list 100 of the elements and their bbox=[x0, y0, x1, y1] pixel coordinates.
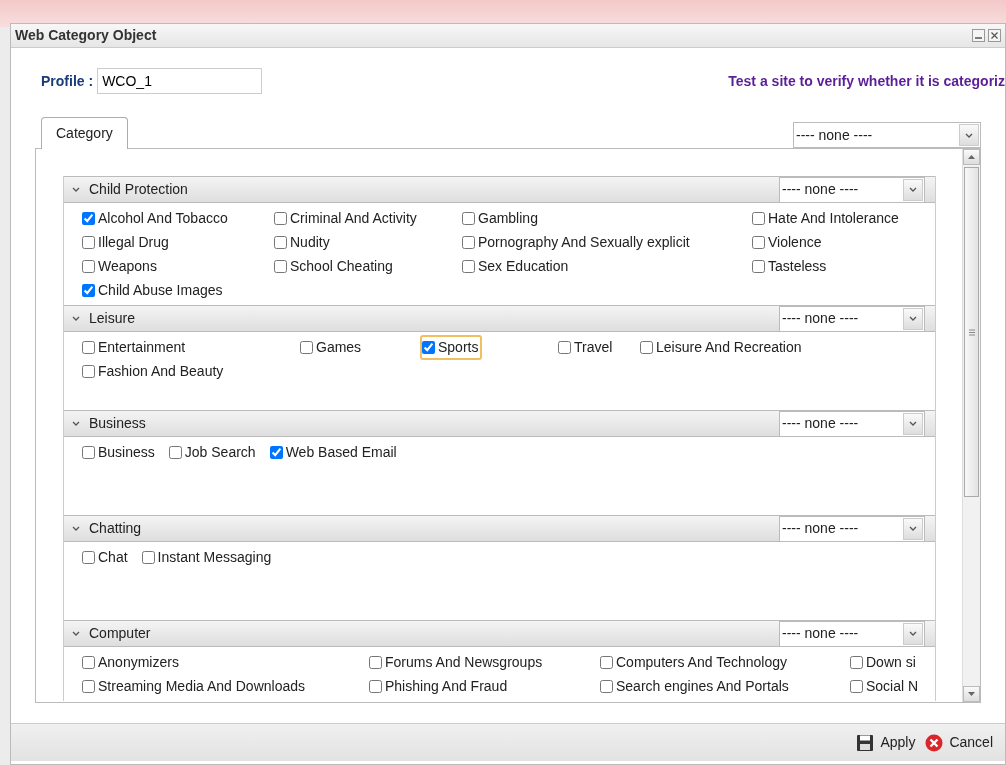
checkbox-label[interactable]: Games bbox=[316, 336, 362, 358]
window-title: Web Category Object bbox=[15, 26, 157, 45]
checkbox-label[interactable]: Sex Education bbox=[478, 255, 569, 277]
checkbox-label[interactable]: Weapons bbox=[98, 255, 157, 277]
checkbox-label[interactable]: School Cheating bbox=[290, 255, 393, 277]
chevron-icon[interactable] bbox=[72, 525, 81, 532]
checkbox-label[interactable]: Gambling bbox=[478, 207, 538, 229]
checkbox-label[interactable]: Criminal And Activity bbox=[290, 207, 417, 229]
checkbox-label[interactable]: Fashion And Beauty bbox=[98, 360, 224, 382]
checkbox[interactable] bbox=[168, 445, 182, 459]
section-title: Chatting bbox=[89, 519, 142, 538]
checkbox[interactable] bbox=[141, 550, 155, 564]
checkbox-label[interactable]: Business bbox=[98, 441, 155, 463]
checkbox[interactable] bbox=[600, 679, 613, 693]
scrollbar[interactable] bbox=[962, 149, 980, 702]
cancel-button[interactable]: Cancel bbox=[925, 732, 993, 753]
checkbox-label[interactable]: Violence bbox=[768, 231, 822, 253]
checkbox[interactable] bbox=[752, 235, 765, 249]
checkbox[interactable] bbox=[850, 655, 863, 669]
checkbox-label[interactable]: Illegal Drug bbox=[98, 231, 169, 253]
checkbox[interactable] bbox=[369, 679, 382, 693]
close-icon[interactable] bbox=[988, 29, 1001, 42]
section-title: Computer bbox=[89, 624, 151, 643]
checkbox[interactable] bbox=[82, 235, 95, 249]
checkbox-label[interactable]: Pornography And Sexually explicit bbox=[478, 231, 690, 253]
section-header[interactable]: Leisure ---- none ---- bbox=[64, 305, 935, 332]
checkbox-label[interactable]: Social N bbox=[866, 675, 919, 697]
checkbox[interactable] bbox=[82, 445, 95, 459]
chevron-icon[interactable] bbox=[72, 630, 81, 637]
checkbox[interactable] bbox=[850, 679, 863, 693]
checkbox[interactable] bbox=[462, 235, 475, 249]
checkbox-label[interactable]: Hate And Intolerance bbox=[768, 207, 899, 229]
checkbox-label[interactable]: Down si bbox=[866, 651, 916, 673]
action-dropdown[interactable]: ---- none ---- bbox=[779, 515, 925, 542]
category-tab[interactable]: Category bbox=[41, 117, 128, 149]
section-header[interactable]: Computer ---- none ---- bbox=[64, 620, 935, 647]
chevron-icon[interactable] bbox=[72, 186, 81, 193]
test-site-link[interactable]: Test a site to verify whether it is categoriz bbox=[728, 70, 1005, 92]
checkbox[interactable] bbox=[462, 259, 475, 273]
apply-button[interactable]: Apply bbox=[856, 732, 916, 753]
section-header[interactable]: Business ---- none ---- bbox=[64, 410, 935, 437]
checkbox[interactable] bbox=[422, 340, 435, 354]
action-dropdown[interactable]: ---- none ---- bbox=[779, 410, 925, 437]
checkbox[interactable] bbox=[274, 259, 287, 273]
checkbox-label[interactable]: Computers And Technology bbox=[616, 651, 787, 673]
checkbox-label[interactable]: Travel bbox=[574, 336, 613, 358]
chevron-icon[interactable] bbox=[72, 315, 81, 322]
checkbox[interactable] bbox=[274, 211, 287, 225]
scroll-up-icon bbox=[968, 155, 975, 159]
action-dropdown[interactable]: ---- none ---- bbox=[779, 305, 925, 332]
checkbox-label[interactable]: Entertainment bbox=[98, 336, 186, 358]
checkbox-label[interactable]: Forums And Newsgroups bbox=[385, 651, 543, 673]
minimize-icon[interactable] bbox=[971, 29, 985, 42]
profile-label: Profile : bbox=[41, 71, 94, 91]
section-header[interactable]: Child Protection ---- none ---- bbox=[64, 176, 935, 203]
checkbox[interactable] bbox=[558, 340, 571, 354]
grip-icon bbox=[968, 328, 975, 336]
checkbox[interactable] bbox=[82, 364, 95, 378]
section-title: Child Protection bbox=[89, 180, 188, 199]
checkbox-label[interactable]: Sports bbox=[438, 336, 479, 358]
scroll-down-icon bbox=[968, 692, 975, 696]
checkbox[interactable] bbox=[369, 655, 382, 669]
save-icon bbox=[856, 733, 875, 752]
section-title: Business bbox=[89, 414, 146, 433]
checkbox-label[interactable]: Phishing And Fraud bbox=[385, 675, 508, 697]
checkbox[interactable] bbox=[82, 211, 95, 225]
category-dropdown[interactable]: ---- none ---- bbox=[793, 122, 981, 148]
checkbox-label[interactable]: Chat bbox=[98, 546, 128, 568]
checkbox-label[interactable]: Streaming Media And Downloads bbox=[98, 675, 305, 697]
checkbox[interactable] bbox=[82, 340, 95, 354]
checkbox[interactable] bbox=[600, 655, 613, 669]
checkbox-label[interactable]: Job Search bbox=[184, 441, 256, 463]
checkbox-label[interactable]: Web Based Email bbox=[285, 441, 397, 463]
checkbox-label[interactable]: Instant Messaging bbox=[157, 546, 272, 568]
checkbox[interactable] bbox=[82, 283, 95, 297]
checkbox-label[interactable]: Child Abuse Images bbox=[98, 279, 223, 301]
checkbox[interactable] bbox=[82, 259, 95, 273]
checkbox-label[interactable]: Leisure And Recreation bbox=[656, 336, 802, 358]
checkbox[interactable] bbox=[82, 655, 95, 669]
profile-field[interactable]: WCO_1 bbox=[97, 68, 263, 94]
checkbox-label[interactable]: Tasteless bbox=[768, 255, 827, 277]
checkbox-label[interactable]: Nudity bbox=[290, 231, 330, 253]
cancel-icon bbox=[925, 733, 944, 752]
action-dropdown[interactable]: ---- none ---- bbox=[779, 620, 925, 647]
checkbox[interactable] bbox=[82, 550, 95, 564]
checkbox-label[interactable]: Anonymizers bbox=[98, 651, 179, 673]
section-title: Leisure bbox=[89, 309, 135, 328]
checkbox[interactable] bbox=[300, 340, 313, 354]
section-header[interactable]: Chatting ---- none ---- bbox=[64, 515, 935, 542]
checkbox[interactable] bbox=[462, 211, 475, 225]
checkbox[interactable] bbox=[640, 340, 653, 354]
checkbox[interactable] bbox=[82, 679, 95, 693]
checkbox[interactable] bbox=[752, 211, 765, 225]
checkbox[interactable] bbox=[274, 235, 287, 249]
checkbox-label[interactable]: Search engines And Portals bbox=[616, 675, 789, 697]
checkbox[interactable] bbox=[752, 259, 765, 273]
chevron-icon[interactable] bbox=[72, 420, 81, 427]
action-dropdown[interactable]: ---- none ---- bbox=[779, 176, 925, 203]
checkbox-label[interactable]: Alcohol And Tobacco bbox=[98, 207, 228, 229]
checkbox[interactable] bbox=[269, 445, 283, 459]
